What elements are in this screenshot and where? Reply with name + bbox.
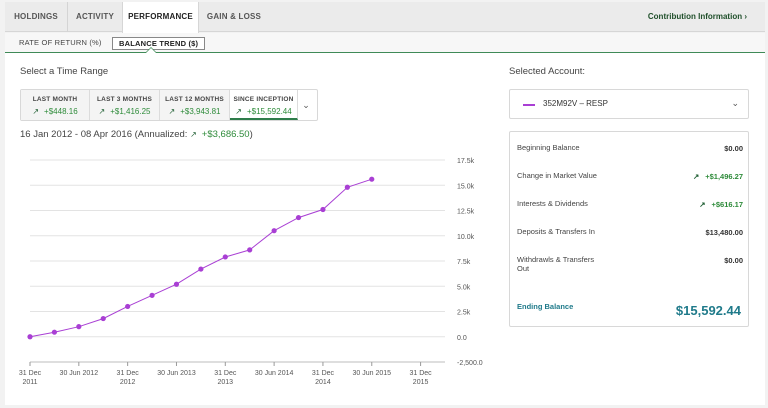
range-dropdown-button[interactable]: ⌄ — [295, 90, 317, 120]
y-tick-label: 0.0 — [457, 335, 467, 342]
range-value: ↗ +$15,592.44 — [235, 107, 292, 116]
detail-value: $0.00 — [724, 144, 743, 153]
balance-data-point — [149, 292, 155, 298]
y-tick-label: -2,500.0 — [457, 360, 483, 367]
ending-balance-label: Ending Balance — [517, 302, 574, 311]
detail-label: Change in Market Value — [517, 171, 597, 180]
range-value: ↗ +$3,943.81 — [168, 107, 221, 116]
y-tick-label: 7.5k — [457, 259, 471, 266]
trend-up-icon: ↗ — [168, 107, 176, 116]
x-tick-label: 31 Dec 2015 — [409, 370, 432, 386]
detail-row-interests-dividends: Interests & Dividends ↗ +$616.17 — [517, 199, 743, 209]
detail-label: Beginning Balance — [517, 143, 580, 152]
y-tick-label: 17.5k — [457, 158, 475, 165]
performance-panel: RATE OF RETURN (%) BALANCE TREND ($) Sel… — [5, 33, 765, 405]
balance-data-point — [27, 334, 33, 340]
balance-trend-chart: 17.5k 15.0k 12.5k 10.0k 7.5k 5.0k 2.5k 0.0 -2,50… — [19, 158, 483, 386]
x-tick-label: 31 Dec 2011 — [19, 370, 42, 386]
detail-value: ↗ +$616.17 — [699, 200, 743, 209]
trend-up-icon: ↗ — [32, 107, 40, 116]
balance-data-point — [320, 206, 326, 213]
chevron-right-icon: › — [744, 12, 747, 21]
balance-data-point — [344, 184, 350, 190]
x-tick-label: 31 Dec 2013 — [214, 370, 237, 386]
chevron-down-icon: ⌄ — [731, 98, 739, 108]
subtab-rate-of-return[interactable]: RATE OF RETURN (%) — [19, 38, 102, 47]
x-tick-label: 30 Jun 2013 — [157, 370, 196, 377]
trend-up-icon: ↗ — [190, 130, 197, 139]
x-tick-label: 30 Jun 2012 — [60, 370, 99, 377]
y-tick-label: 15.0k — [457, 183, 475, 190]
balance-data-point — [76, 324, 82, 330]
balance-data-point — [222, 254, 228, 260]
range-label: SINCE INCEPTION — [233, 96, 294, 103]
detail-row-change-in-market-value: Change in Market Value ↗ +$1,496.27 — [517, 171, 743, 181]
account-select[interactable]: 352M92V – RESP ⌄ — [509, 89, 749, 119]
range-value: ↗ +$1,416.25 — [98, 107, 151, 116]
date-range: 16 Jan 2012 - 08 Apr 2016 — [20, 129, 132, 140]
balance-data-point — [198, 266, 204, 272]
range-label: LAST 12 MONTHS — [165, 96, 224, 103]
trend-up-icon: ↗ — [98, 107, 106, 116]
range-label: LAST 3 MONTHS — [97, 96, 152, 103]
time-range-title: Select a Time Range — [20, 66, 109, 77]
tab-gain-loss[interactable]: GAIN & LOSS — [199, 2, 269, 32]
account-detail-panel: Beginning Balance $0.00 Change in Market… — [509, 131, 749, 327]
annualized-suffix: ) — [249, 129, 253, 140]
detail-value: $13,480.00 — [705, 228, 743, 237]
detail-label: Deposits & Transfers In — [517, 227, 595, 236]
balance-data-point — [100, 315, 106, 322]
period-summary: 16 Jan 2012 - 08 Apr 2016 (Annualized: ↗… — [20, 129, 253, 140]
trend-up-icon: ↗ — [699, 200, 706, 209]
detail-row-beginning-balance: Beginning Balance $0.00 — [517, 143, 743, 153]
detail-row-deposits-transfers-in: Deposits & Transfers In $13,480.00 — [517, 227, 743, 237]
range-last-12-months[interactable]: LAST 12 MONTHS ↗ +$3,943.81 — [160, 90, 230, 120]
range-label: LAST MONTH — [32, 96, 78, 103]
y-tick-label: 2.5k — [457, 310, 471, 317]
active-tab-caret — [145, 47, 157, 53]
trend-up-icon: ↗ — [235, 107, 242, 116]
trend-up-icon: ↗ — [692, 172, 700, 181]
selected-account-title: Selected Account: — [509, 66, 586, 77]
detail-value: ↗ +$1,496.27 — [692, 172, 743, 181]
subtab-balance-trend[interactable]: BALANCE TREND ($) — [112, 37, 206, 50]
x-tick-label: 30 Jun 2014 — [255, 370, 294, 377]
tab-performance[interactable]: PERFORMANCE — [122, 2, 199, 33]
balance-data-point — [271, 228, 277, 234]
annualized-value: ↗ +$3,686.50 — [190, 129, 250, 140]
detail-label: Withdrawls & Transfers Out — [517, 255, 595, 273]
x-tick-label: 31 Dec 2012 — [117, 370, 140, 386]
range-since-inception[interactable]: SINCE INCEPTION ↗ +$15,592.44 — [230, 90, 298, 120]
detail-row-withdrawals-transfers-out: Withdrawls & Transfers Out $0.00 — [517, 255, 743, 273]
detail-value: $0.00 — [724, 256, 743, 265]
series-line-swatch — [523, 104, 535, 106]
y-tick-label: 5.0k — [457, 284, 471, 291]
contribution-information-link[interactable]: Contribution Information › — [648, 2, 747, 32]
range-value: ↗ +$448.16 — [32, 107, 78, 116]
time-range-selector: LAST MONTH ↗ +$448.16 LAST 3 MONTHS ↗ +$1,… — [20, 89, 318, 121]
balance-series-line — [29, 178, 372, 338]
tab-activity[interactable]: ACTIVITY — [68, 2, 122, 32]
detail-label: Interests & Dividends — [517, 199, 588, 208]
range-last-3-months[interactable]: LAST 3 MONTHS ↗ +$1,416.25 — [90, 90, 160, 120]
x-tick-label: 31 Dec 2014 — [312, 370, 335, 386]
balance-data-point — [51, 329, 58, 335]
performance-subnav: RATE OF RETURN (%) BALANCE TREND ($) — [5, 33, 765, 53]
balance-data-point — [247, 247, 253, 253]
chevron-down-icon: ⌄ — [302, 100, 310, 110]
range-last-month[interactable]: LAST MONTH ↗ +$448.16 — [21, 90, 90, 120]
ending-balance-value: $15,592.44 — [675, 303, 741, 318]
y-tick-label: 12.5k — [457, 209, 475, 216]
x-tick-label: 30 Jun 2015 — [352, 370, 391, 377]
balance-data-point — [295, 214, 302, 221]
tab-holdings[interactable]: HOLDINGS — [5, 2, 68, 32]
annualized-label: (Annualized: — [134, 129, 188, 140]
account-name: 352M92V – RESP — [543, 99, 608, 108]
top-navigation: HOLDINGS ACTIVITY PERFORMANCE GAIN & LOS… — [5, 2, 765, 33]
balance-data-point — [125, 303, 131, 310]
balance-data-point — [369, 176, 375, 182]
balance-data-point — [173, 281, 180, 287]
y-tick-label: 10.0k — [457, 234, 475, 241]
